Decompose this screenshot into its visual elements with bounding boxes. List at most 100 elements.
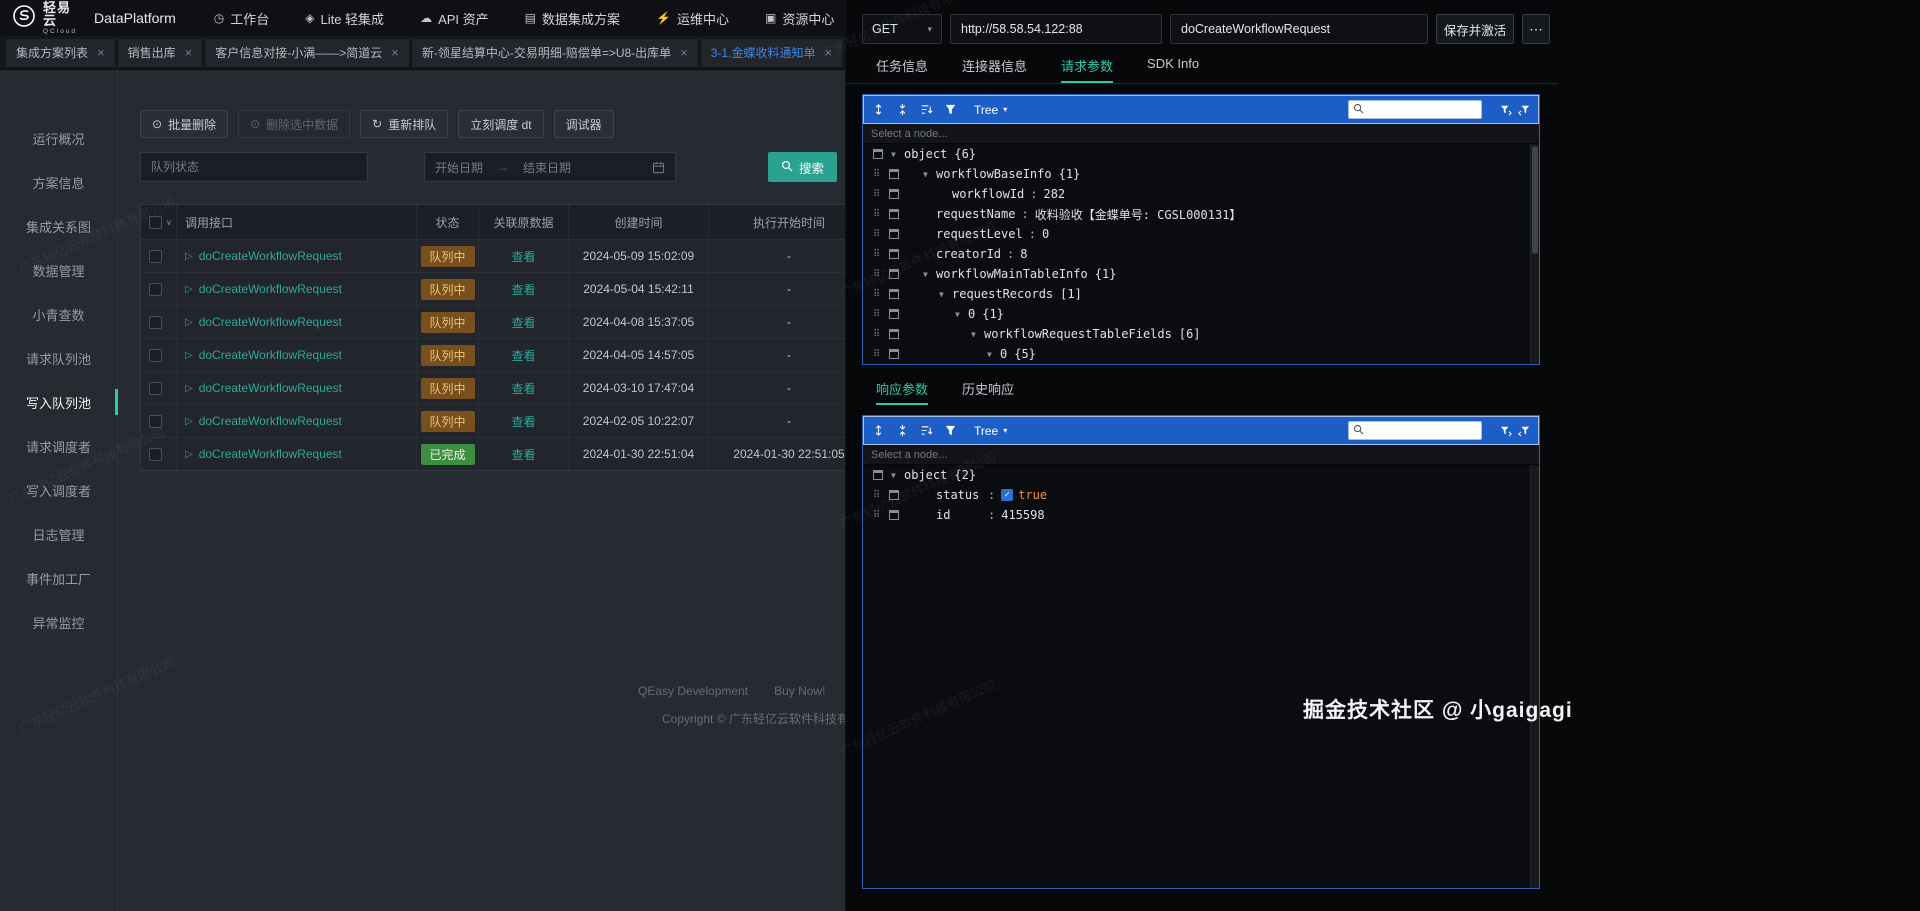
- filter-prev-icon[interactable]: [1518, 104, 1530, 116]
- sidebar-item-request-queue[interactable]: 请求队列池: [0, 336, 117, 380]
- tree-mode-dropdown[interactable]: Tree ▾: [974, 424, 1007, 438]
- footer-link-buy[interactable]: Buy Now!: [774, 684, 825, 701]
- tree-node[interactable]: ▼ object {2}: [863, 465, 1539, 485]
- view-link[interactable]: 查看: [511, 248, 535, 265]
- node-menu-icon[interactable]: [889, 349, 899, 359]
- tree-search-box[interactable]: [1348, 100, 1482, 119]
- collapse-all-icon[interactable]: [896, 103, 909, 116]
- queue-status-input[interactable]: [140, 152, 368, 182]
- tree-node[interactable]: ⠿ ▼ workflowRequestTableFields [6]: [863, 324, 1539, 344]
- caret-down-icon[interactable]: ▼: [891, 471, 904, 480]
- node-value[interactable]: 8: [1020, 247, 1027, 261]
- view-link[interactable]: 查看: [511, 281, 535, 298]
- api-link[interactable]: doCreateWorkflowRequest: [199, 315, 342, 329]
- node-value[interactable]: 282: [1043, 187, 1065, 201]
- node-menu-icon[interactable]: [873, 149, 883, 159]
- view-link[interactable]: 查看: [511, 380, 535, 397]
- drag-handle-icon[interactable]: ⠿: [873, 249, 889, 260]
- api-link[interactable]: doCreateWorkflowRequest: [199, 282, 342, 296]
- node-menu-icon[interactable]: [873, 470, 883, 480]
- delete-selected-button[interactable]: ⊙ 删除选中数据: [238, 110, 351, 138]
- caret-down-icon[interactable]: ▼: [891, 150, 904, 159]
- tab-task-info[interactable]: 任务信息: [876, 56, 928, 83]
- sidebar-item-write-scheduler[interactable]: 写入调度者: [0, 468, 117, 512]
- nav-item-data-integration[interactable]: ▤ 数据集成方案: [525, 9, 620, 28]
- url-input[interactable]: [950, 14, 1162, 44]
- scrollbar-thumb[interactable]: [1532, 146, 1538, 254]
- close-icon[interactable]: ×: [824, 45, 832, 60]
- tab-history-response[interactable]: 历史响应: [962, 379, 1014, 405]
- nav-item-resource-center[interactable]: ▣ 资源中心: [765, 9, 834, 28]
- search-button[interactable]: 搜索: [768, 152, 838, 182]
- filter-icon[interactable]: [944, 424, 957, 437]
- tree-search-box[interactable]: [1348, 421, 1482, 440]
- api-link[interactable]: doCreateWorkflowRequest: [199, 447, 342, 461]
- tree-node[interactable]: ⠿ ▼ requestRecords [1]: [863, 284, 1539, 304]
- caret-down-icon[interactable]: ▼: [955, 310, 968, 319]
- node-menu-icon[interactable]: [889, 269, 899, 279]
- close-icon[interactable]: ×: [391, 45, 399, 60]
- drag-handle-icon[interactable]: ⠿: [873, 189, 889, 200]
- sort-icon[interactable]: [920, 103, 933, 116]
- row-checkbox[interactable]: [149, 414, 162, 428]
- node-menu-icon[interactable]: [889, 169, 899, 179]
- node-menu-icon[interactable]: [889, 229, 899, 239]
- dispatch-now-button[interactable]: 立刻调度 dt: [458, 110, 544, 138]
- node-menu-icon[interactable]: [889, 309, 899, 319]
- api-link[interactable]: doCreateWorkflowRequest: [199, 414, 342, 428]
- caret-down-icon[interactable]: ▼: [987, 350, 1000, 359]
- tab-lingxing-settlement[interactable]: 新-领星结算中心-交易明细-赔偿单=>U8-出库单 ×: [411, 38, 698, 67]
- node-menu-icon[interactable]: [889, 329, 899, 339]
- more-button[interactable]: ⋯: [1522, 14, 1550, 44]
- row-checkbox[interactable]: [149, 381, 162, 395]
- nav-item-workbench[interactable]: ◷ 工作台: [214, 9, 270, 28]
- close-icon[interactable]: ×: [97, 45, 105, 60]
- boolean-checkbox[interactable]: ✓: [1001, 489, 1014, 501]
- drag-handle-icon[interactable]: ⠿: [873, 289, 889, 300]
- tree-search-input[interactable]: [1368, 103, 1477, 116]
- select-all-checkbox[interactable]: [149, 215, 162, 229]
- tab-customer-info[interactable]: 客户信息对接-小满——>简道云 ×: [205, 38, 409, 67]
- node-menu-icon[interactable]: [889, 249, 899, 259]
- row-checkbox[interactable]: [149, 249, 162, 263]
- filter-next-icon[interactable]: [1500, 104, 1512, 116]
- sidebar-item-write-queue[interactable]: 写入队列池: [0, 380, 118, 424]
- sidebar-item-query[interactable]: 小青查数: [0, 292, 117, 336]
- drag-handle-icon[interactable]: ⠿: [873, 329, 889, 340]
- requeue-button[interactable]: ↻ 重新排队: [360, 110, 449, 138]
- sidebar-item-event-factory[interactable]: 事件加工厂: [0, 556, 117, 600]
- tab-response-params[interactable]: 响应参数: [876, 379, 929, 405]
- api-link[interactable]: doCreateWorkflowRequest: [199, 381, 342, 395]
- nav-item-ops-center[interactable]: ⚡ 运维中心: [656, 9, 729, 28]
- tree-node[interactable]: ⠿ status : ✓ true: [863, 485, 1539, 505]
- sidebar-item-data-management[interactable]: 数据管理: [0, 248, 117, 292]
- batch-delete-button[interactable]: ⊙ 批量删除: [140, 110, 229, 138]
- node-menu-icon[interactable]: [889, 490, 899, 500]
- drag-handle-icon[interactable]: ⠿: [873, 229, 889, 240]
- caret-down-icon[interactable]: ▼: [939, 290, 952, 299]
- tree-node[interactable]: ⠿ ▼ workflowMainTableInfo {1}: [863, 264, 1539, 284]
- view-link[interactable]: 查看: [511, 446, 535, 463]
- sidebar-item-plan-info[interactable]: 方案信息: [0, 160, 117, 204]
- tree-node[interactable]: ⠿ workflowId : 282: [863, 184, 1539, 204]
- filter-next-icon[interactable]: [1500, 425, 1512, 437]
- node-value[interactable]: 415598: [1001, 508, 1044, 522]
- node-value[interactable]: 0: [1042, 227, 1049, 241]
- row-checkbox[interactable]: [149, 447, 162, 461]
- view-link[interactable]: 查看: [511, 347, 535, 364]
- node-menu-icon[interactable]: [889, 289, 899, 299]
- tree-search-input[interactable]: [1368, 424, 1477, 437]
- select-all-caret-icon[interactable]: ∨: [166, 218, 172, 227]
- drag-handle-icon[interactable]: ⠿: [873, 490, 889, 501]
- drag-handle-icon[interactable]: ⠿: [873, 510, 889, 521]
- tree-node[interactable]: ⠿ requestName : 收料验收【金蝶单号: CGSL000131】: [863, 204, 1539, 224]
- expand-all-icon[interactable]: [872, 103, 885, 116]
- tree-node[interactable]: ⠿ ▼ 0 {1}: [863, 304, 1539, 324]
- tree-node[interactable]: ⠿ requestLevel : 0: [863, 224, 1539, 244]
- tab-sales-outbound[interactable]: 销售出库 ×: [117, 38, 203, 67]
- tree-node[interactable]: ⠿ id : 415598: [863, 505, 1539, 525]
- row-checkbox[interactable]: [149, 348, 162, 362]
- debugger-button[interactable]: 调试器: [553, 110, 614, 138]
- save-activate-button[interactable]: 保存并激活: [1436, 14, 1514, 44]
- tab-kingdee-receipt-notice[interactable]: 3-1.金蝶收料通知单 ×: [700, 38, 843, 67]
